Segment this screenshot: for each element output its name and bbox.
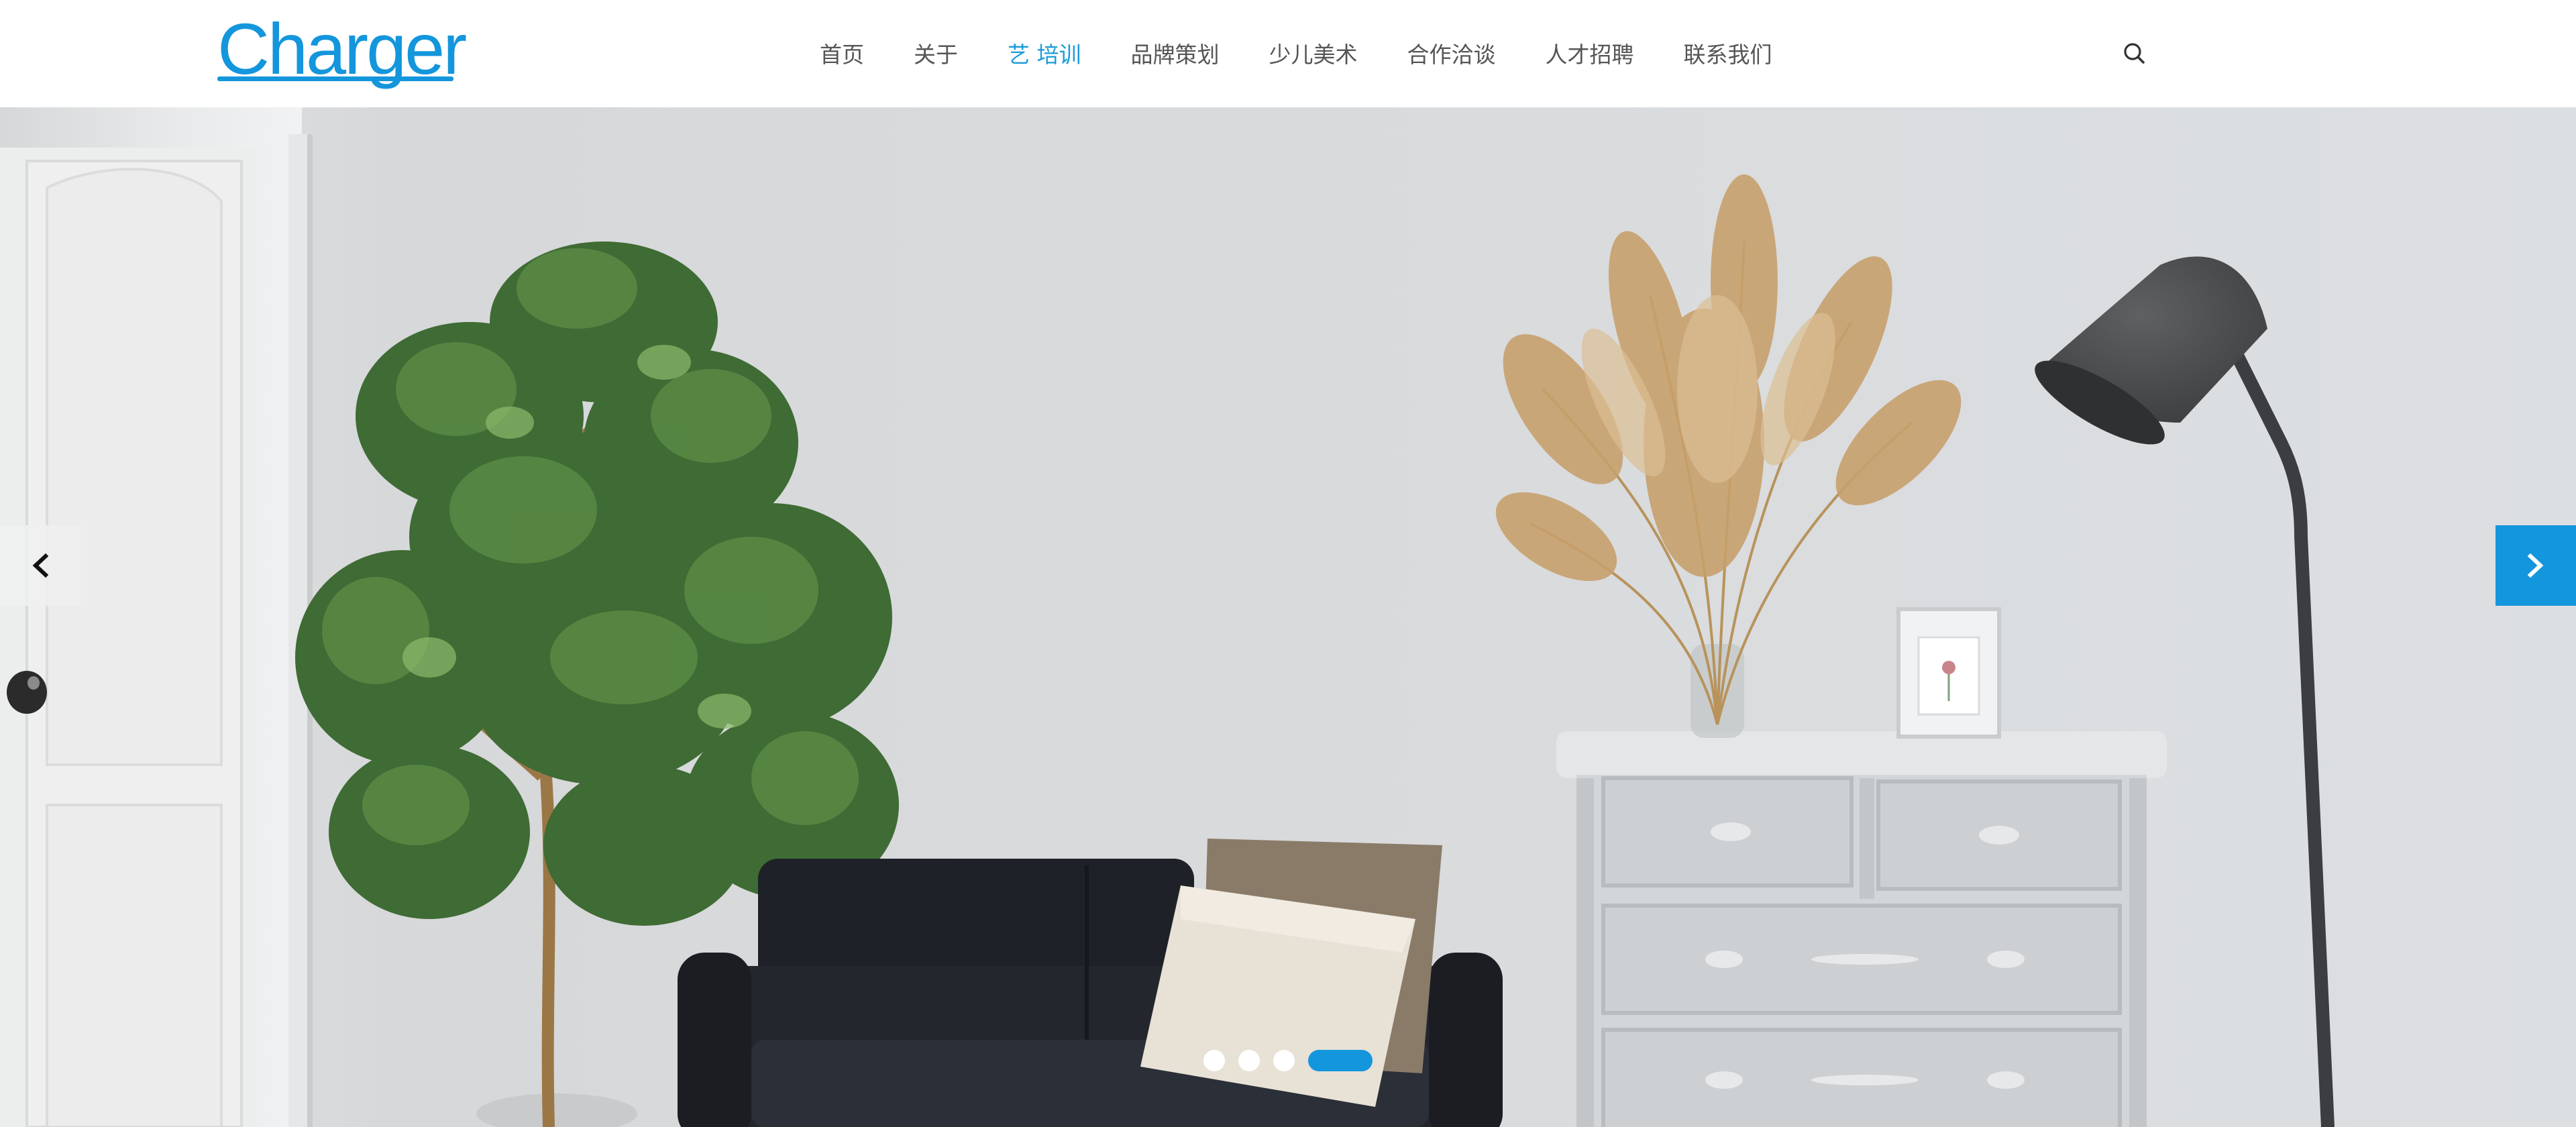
search-icon [2124,43,2145,64]
nav-item-contact[interactable]: 联系我们 [1684,37,1772,69]
slider-dot[interactable] [1203,1050,1225,1071]
nav-item-brand-planning[interactable]: 品牌策划 [1131,37,1220,69]
slider-pagination [1203,1049,1373,1073]
nav-item-about[interactable]: 关于 [914,37,958,69]
slider-dot[interactable] [1238,1050,1260,1071]
nav-item-art-training[interactable]: 艺 培训 [1008,37,1081,69]
site-header: Charger 首页 关于 艺 培训 品牌策划 少儿美术 合作洽谈 人才招聘 联… [0,0,2576,107]
nav-item-cooperation[interactable]: 合作洽谈 [1407,37,1496,69]
nav-item-home[interactable]: 首页 [820,37,864,69]
logo[interactable]: Charger [217,11,467,87]
logo-underline [217,76,453,81]
chevron-left-icon [32,553,49,578]
slider-prev-button[interactable] [0,525,80,606]
main-nav: 首页 关于 艺 培训 品牌策划 少儿美术 合作洽谈 人才招聘 联系我们 [820,34,1772,72]
slider-dot-active[interactable] [1308,1050,1373,1071]
nav-item-careers[interactable]: 人才招聘 [1546,37,1634,69]
hero-slider [0,107,2576,1127]
slider-dot[interactable] [1273,1050,1295,1071]
chevron-right-icon [2527,553,2544,578]
nav-item-kids-art[interactable]: 少儿美术 [1269,37,1358,69]
hero-image [0,107,2576,1127]
search-button[interactable] [2121,40,2148,67]
slider-next-button[interactable] [2496,525,2576,606]
